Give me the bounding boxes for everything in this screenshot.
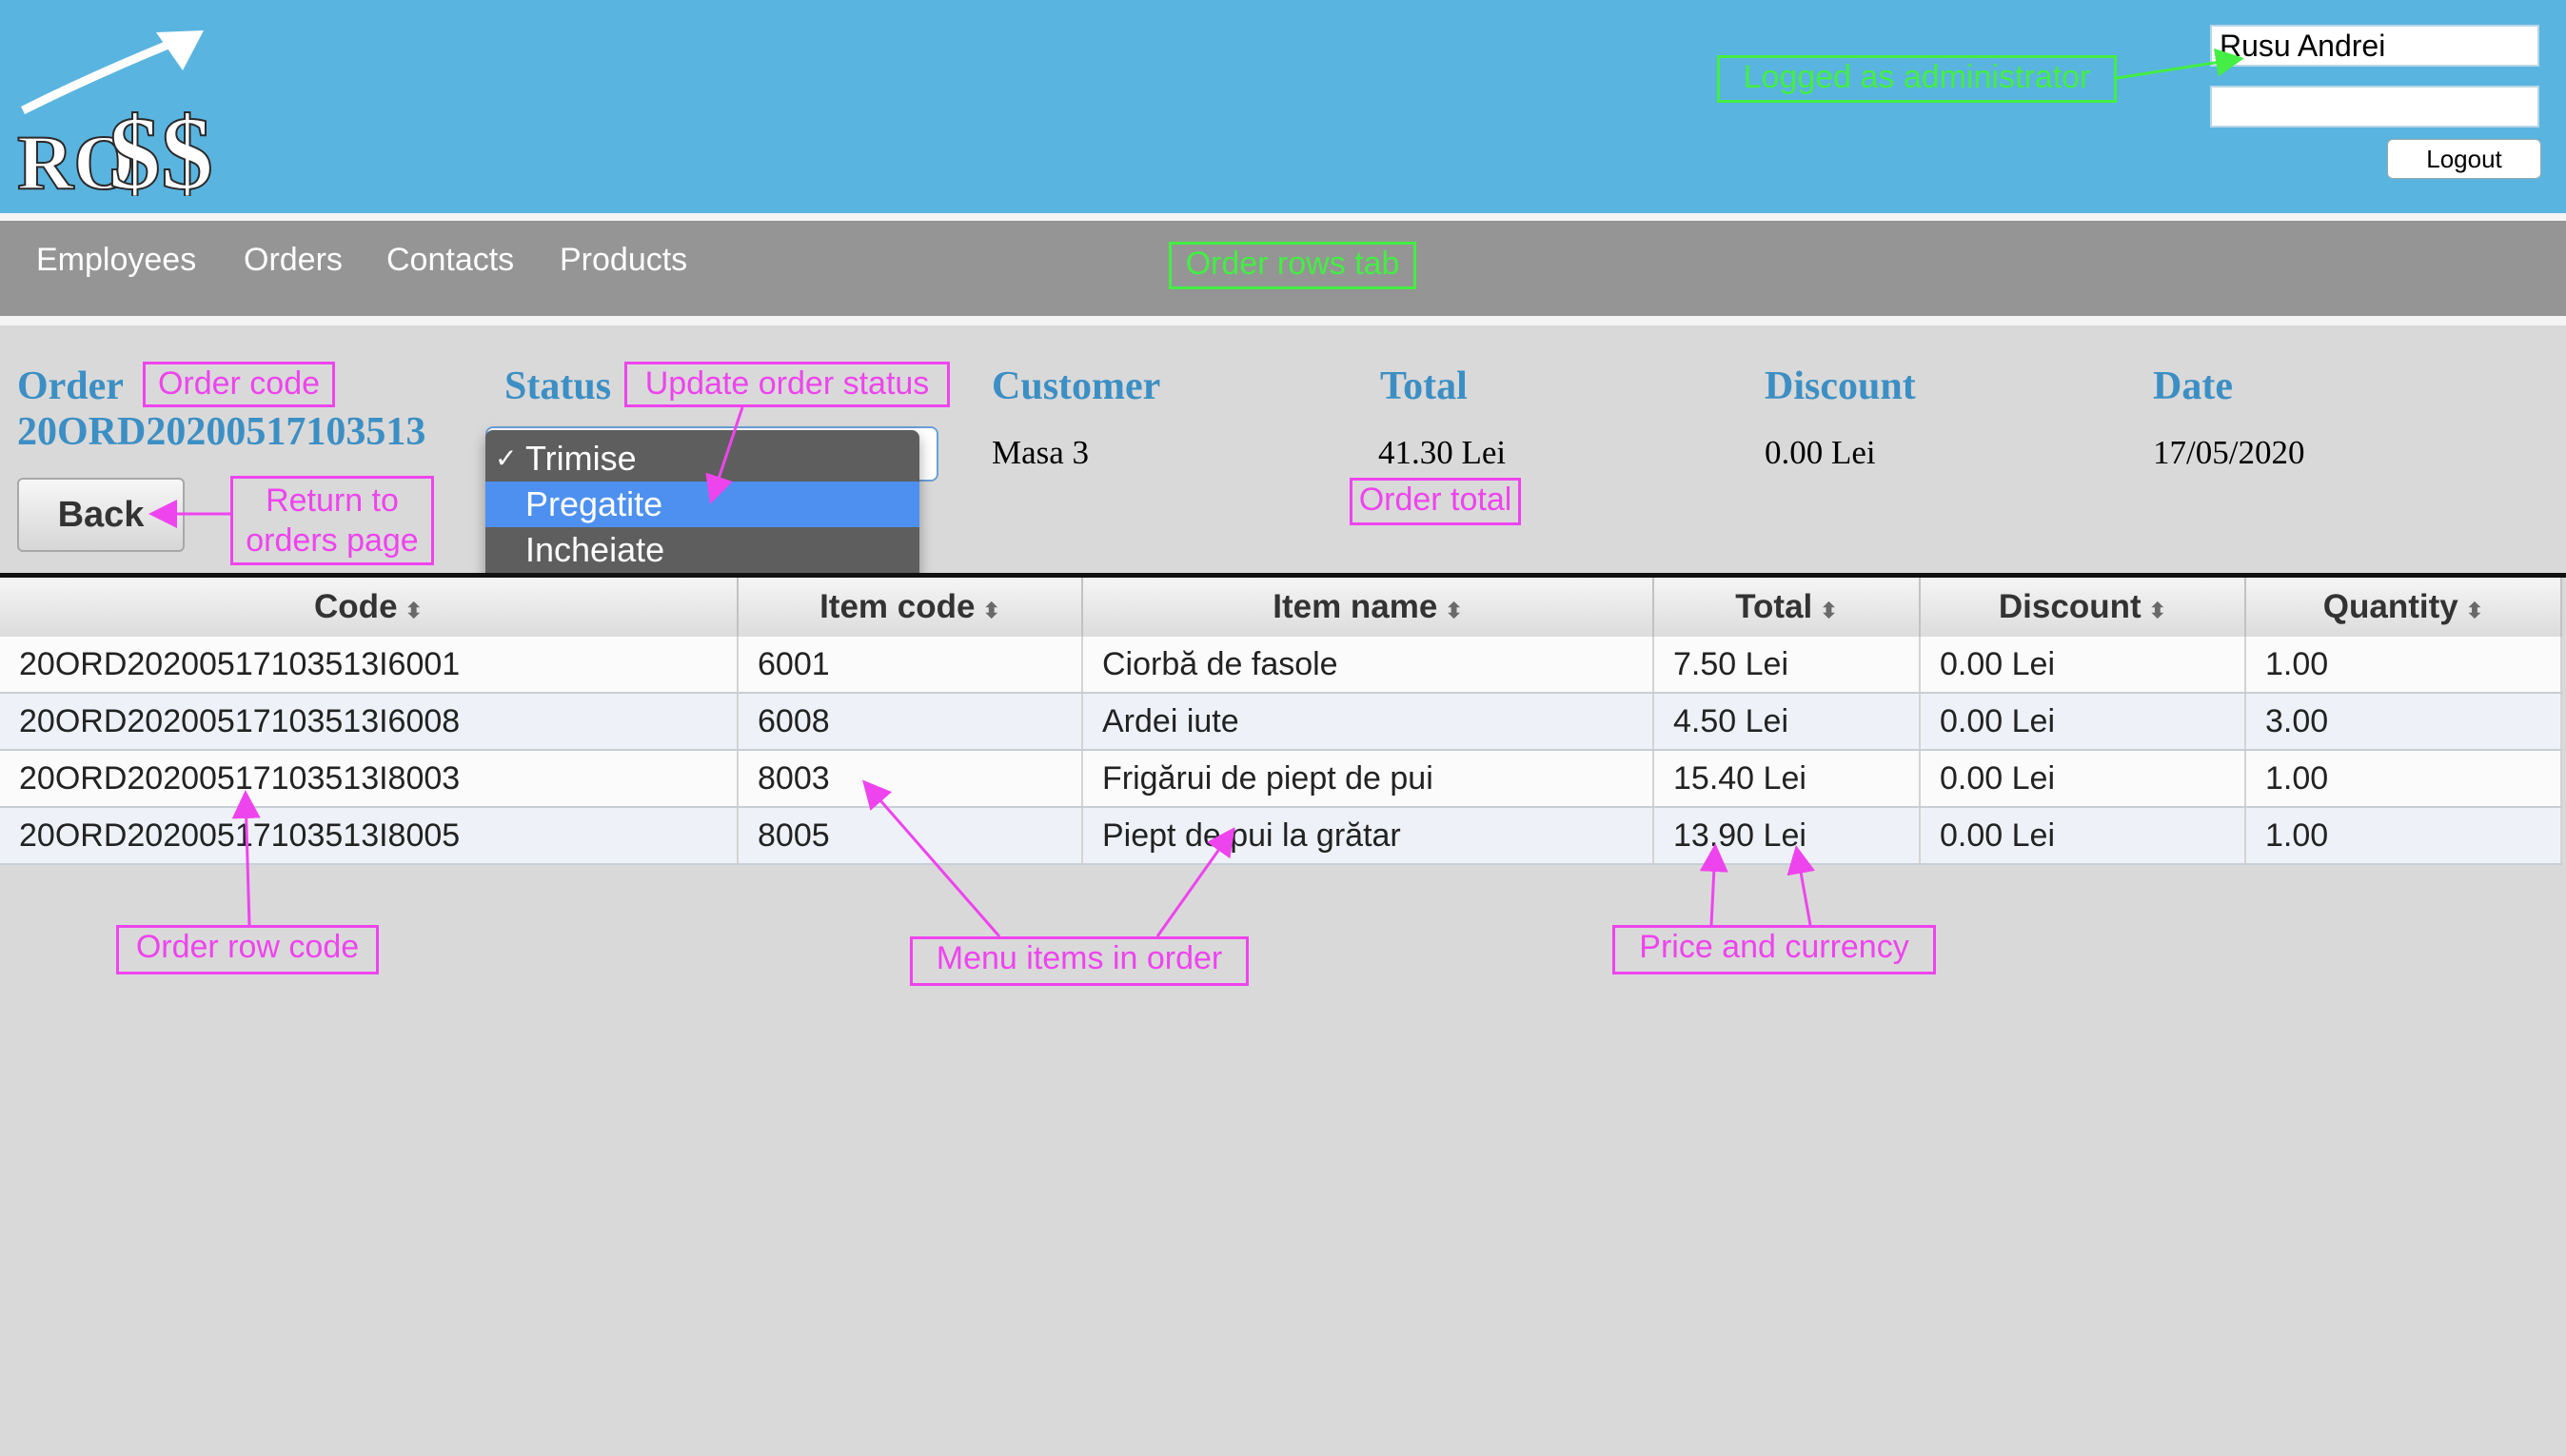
arrow-currency bbox=[1786, 845, 1816, 926]
arrow-price bbox=[1699, 843, 1728, 926]
annotation-arrows bbox=[148, 48, 2244, 937]
arrow-order-row-code bbox=[231, 790, 261, 926]
arrow-menu-item-name bbox=[1155, 827, 1235, 937]
arrow-update-status bbox=[705, 406, 744, 504]
arrow-logged-admin bbox=[2116, 48, 2244, 80]
arrow-menu-item-code bbox=[862, 779, 1001, 937]
